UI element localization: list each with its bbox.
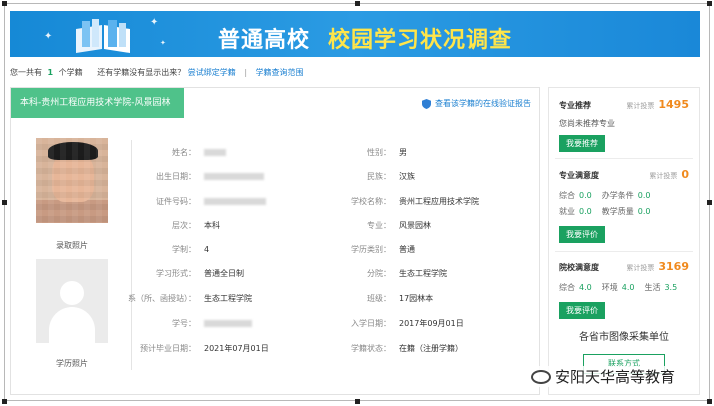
redacted-value — [204, 173, 264, 180]
field-id-number: 证件号码： — [106, 196, 266, 207]
recommend-note: 您尚未推荐专业 — [559, 119, 615, 128]
resize-handle — [2, 1, 7, 6]
enrollment-photo-caption: 录取照片 — [56, 241, 88, 250]
banner-title: 普通高校 — [218, 28, 311, 53]
verify-report-label: 查看该学籍的在线验证报告 — [435, 99, 531, 108]
field-education-type: 学历类别： 普通 — [351, 245, 415, 254]
section-title: 专业满意度 — [559, 171, 599, 180]
shield-icon — [422, 98, 431, 109]
resize-handle — [707, 1, 712, 6]
vote-count: 0 — [681, 168, 689, 181]
school-satisfaction-section: 院校满意度 累计投票 3169 综合 4.0 环境 4.0 生活 3.5 我要评价 — [549, 260, 699, 319]
resize-handle — [2, 399, 7, 404]
sparkle-icon: ✦ — [44, 31, 53, 42]
enrollment-summary: 您一共有 1 个学籍 还有学籍没有显示出来？ 尝试绑定学籍 | 学籍查询范围 — [10, 67, 304, 78]
resize-handle — [355, 1, 360, 6]
field-study-form: 学习形式： 普通全日制 — [156, 269, 244, 278]
watermark-text: 安阳天华高等教育 — [555, 368, 676, 386]
watermark: 安阳天华高等教育 — [527, 366, 680, 387]
enrollment-photo — [36, 138, 108, 223]
resize-handle — [707, 399, 712, 404]
section-title: 院校满意度 — [559, 263, 599, 272]
redacted-value — [204, 320, 252, 327]
missing-question: 还有学籍没有显示出来？ — [97, 68, 186, 77]
vote-count: 1495 — [658, 98, 689, 111]
image-collection-title: 各省市图像采集单位 — [579, 332, 669, 343]
field-branch: 分院： 生态工程学院 — [367, 269, 447, 278]
major-satisfaction-section: 专业满意度 累计投票 0 综合 0.0 办学条件 0.0 就业 0.0 教学质量 0.0 我要评… — [549, 168, 699, 243]
recommend-button[interactable]: 我要推荐 — [559, 135, 605, 152]
enrollment-card: 本科-贵州工程应用技术学院-风景园林 查看该学籍的在线验证报告 录取照片 学历照… — [10, 87, 540, 395]
field-department: 系（所、函授站）： 生态工程学院 — [128, 294, 252, 303]
rating-sidebar: 专业推荐 累计投票 1495 您尚未推荐专业 我要推荐 专业满意度 累计投票 0 综合 0… — [548, 87, 700, 395]
field-school-name: 学校名称： 贵州工程应用技术学院 — [351, 197, 479, 206]
avatar-placeholder-icon — [60, 281, 84, 305]
field-status: 学籍状态： 在籍（注册学籍） — [351, 344, 463, 353]
field-duration: 学制： 4 — [172, 245, 210, 254]
enrollment-count: 1 — [47, 68, 54, 77]
resize-handle — [707, 200, 712, 205]
survey-banner[interactable]: ✦ ✦ ✦ 普通高校 校园学习状况调查 — [10, 11, 700, 57]
wechat-icon — [531, 369, 551, 384]
degree-photo-caption: 学历照片 — [56, 359, 88, 368]
summary-unit: 个学籍 — [58, 68, 83, 77]
rate-major-button[interactable]: 我要评价 — [559, 226, 605, 243]
field-level: 层次： 本科 — [172, 221, 220, 230]
resize-handle — [355, 399, 360, 404]
bind-enrollment-link[interactable]: 尝试绑定学籍 — [188, 68, 236, 77]
banner-subtitle: 校园学习状况调查 — [328, 28, 513, 53]
major-recommend-section: 专业推荐 累计投票 1495 您尚未推荐专业 我要推荐 — [549, 98, 699, 152]
sparkle-icon: ✦ — [150, 17, 159, 28]
vote-count: 3169 — [658, 260, 689, 273]
redacted-value — [204, 198, 266, 205]
field-gender: 性别：男 — [367, 148, 407, 157]
section-title: 专业推荐 — [559, 101, 591, 110]
field-name: 姓名： — [106, 147, 226, 158]
summary-prefix: 您一共有 — [10, 68, 42, 77]
sparkle-icon: ✦ — [160, 39, 166, 47]
degree-photo-placeholder — [36, 259, 108, 343]
divider — [555, 251, 693, 252]
enrollment-tab[interactable]: 本科-贵州工程应用技术学院-风景园林 — [11, 88, 184, 118]
resize-handle — [2, 200, 7, 205]
open-book-icon — [76, 19, 130, 53]
field-ethnicity: 民族： 汉族 — [367, 172, 415, 181]
field-graduation-date: 预计毕业日期： 2021年07月01日 — [140, 344, 269, 353]
divider — [555, 158, 693, 159]
field-major: 专业： 风景园林 — [367, 221, 431, 230]
rate-school-button[interactable]: 我要评价 — [559, 302, 605, 319]
query-scope-link[interactable]: 学籍查询范围 — [256, 68, 304, 77]
verify-report-link[interactable]: 查看该学籍的在线验证报告 — [422, 98, 531, 109]
separator: | — [244, 68, 248, 77]
field-class: 班级： 17园林本 — [367, 294, 434, 303]
field-birthdate: 出生日期： — [106, 171, 264, 182]
field-enroll-date: 入学日期： 2017年09月01日 — [351, 319, 464, 328]
redacted-value — [204, 149, 226, 156]
field-student-id: 学号： — [106, 318, 252, 329]
